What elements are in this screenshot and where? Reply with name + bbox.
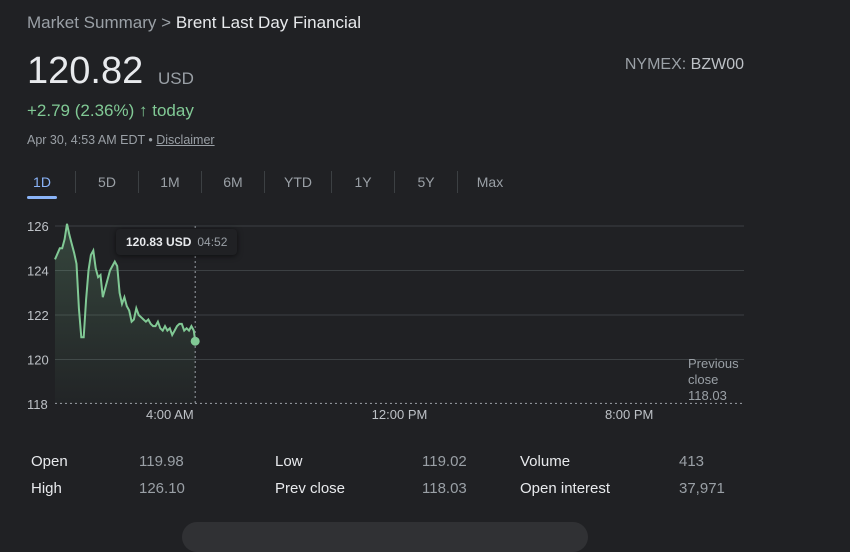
- breadcrumb-current: Brent Last Day Financial: [175, 13, 362, 32]
- tab-max[interactable]: Max: [458, 174, 522, 190]
- breadcrumb-parent[interactable]: Market Summary: [27, 13, 156, 32]
- stat-open-label: Open: [31, 453, 68, 470]
- stat-volume-value: 413: [679, 453, 705, 470]
- stat-low-label: Low: [275, 453, 303, 470]
- disclaimer-link[interactable]: Disclaimer: [156, 133, 214, 147]
- y-tick-label: 120: [27, 353, 49, 368]
- previous-close-label: Previous close 118.03: [688, 356, 739, 404]
- timestamp-separator: •: [148, 133, 153, 147]
- stat-open-interest-label: Open interest: [520, 480, 611, 497]
- previous-close-value: 118.03: [688, 388, 727, 403]
- change-value: +2.79 (2.36%): [27, 101, 135, 120]
- stat-open-interest-value: 37,971: [679, 480, 725, 497]
- stat-open-value: 119.98: [139, 453, 184, 470]
- tab-5d[interactable]: 5D: [76, 174, 138, 190]
- tab-5y[interactable]: 5Y: [395, 174, 457, 190]
- breadcrumb-separator: >: [161, 13, 172, 32]
- breadcrumb: Market Summary > Brent Last Day Financia…: [27, 13, 361, 33]
- ticker-symbol: NYMEX: BZW00: [625, 56, 744, 74]
- quote-timestamp: Apr 30, 4:53 AM EDT • Disclaimer: [27, 133, 215, 147]
- arrow-up-icon: ↑: [139, 101, 148, 120]
- stat-high-value: 126.10: [139, 480, 185, 497]
- x-tick-label: 12:00 PM: [372, 407, 428, 422]
- stat-high-label: High: [31, 480, 62, 497]
- exchange-label: NYMEX:: [624, 56, 687, 73]
- stat-low-value: 119.02: [422, 453, 467, 470]
- y-tick-label: 124: [27, 264, 49, 279]
- y-tick-label: 118: [27, 397, 48, 412]
- previous-close-line1: Previous: [688, 356, 739, 371]
- currency-label: USD: [158, 69, 194, 88]
- change-period: today: [152, 101, 194, 120]
- tooltip-time: 04:52: [197, 235, 228, 249]
- stat-volume-label: Volume: [520, 453, 571, 470]
- x-tick-label: 4:00 AM: [146, 407, 194, 422]
- y-tick-label: 122: [27, 308, 49, 323]
- tooltip-value: 120.83 USD: [126, 235, 192, 249]
- timestamp-text: Apr 30, 4:53 AM EDT: [27, 133, 145, 147]
- tab-6m[interactable]: 6M: [202, 174, 264, 190]
- last-price-dot: [190, 336, 200, 346]
- tab-1m[interactable]: 1M: [139, 174, 201, 190]
- current-price: 120.82: [27, 50, 144, 92]
- tab-1y[interactable]: 1Y: [332, 174, 394, 190]
- chart-tooltip: 120.83 USD 04:52: [116, 229, 238, 255]
- tab-ytd[interactable]: YTD: [265, 174, 331, 190]
- tab-1d[interactable]: 1D: [27, 174, 57, 199]
- symbol-label: BZW00: [690, 56, 744, 73]
- price-change: +2.79 (2.36%) ↑ today: [27, 101, 194, 121]
- stat-prev-close-value: 118.03: [422, 480, 467, 497]
- x-tick-label: 8:00 PM: [605, 407, 653, 422]
- range-tabs: 1D 5D 1M 6M YTD 1Y 5Y Max: [27, 170, 522, 199]
- previous-close-line2: close: [688, 372, 719, 387]
- stat-prev-close-label: Prev close: [275, 480, 346, 497]
- y-tick-label: 126: [27, 219, 49, 234]
- bottom-scroll-panel: [182, 522, 588, 552]
